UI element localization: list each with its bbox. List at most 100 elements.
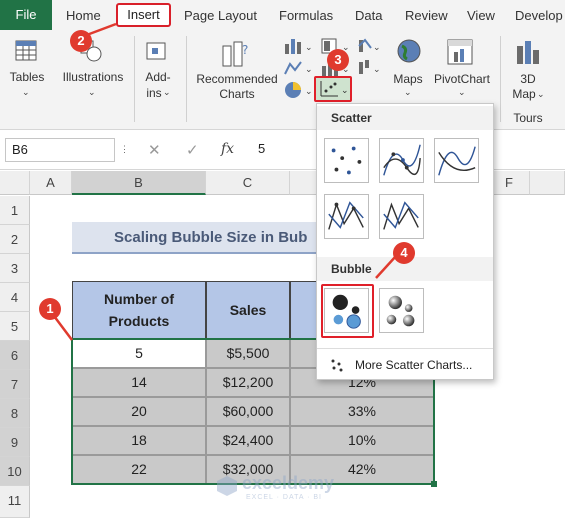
recommended-charts-icon: ? (222, 41, 248, 67)
header-sales[interactable]: Sales (206, 281, 290, 339)
column-header-b[interactable]: B (72, 171, 206, 195)
scatter-straight-markers-thumbnail[interactable] (324, 194, 369, 239)
step-badge-3: 3 (327, 49, 349, 71)
scatter-small-icon (331, 359, 343, 372)
tab-page-layout[interactable]: Page Layout (184, 8, 257, 23)
row-header-11[interactable]: 11 (0, 486, 30, 518)
3d-bubble-chart-thumbnail[interactable] (379, 288, 424, 333)
maps-label: Maps (393, 72, 423, 86)
table-cell-percent[interactable]: 10% (290, 426, 434, 455)
tab-developer[interactable]: Develop (515, 8, 563, 23)
svg-text:⌄: ⌄ (305, 86, 313, 96)
globe-icon (397, 39, 421, 63)
chevron-down-icon: ⌄ (458, 87, 466, 97)
table-cell-products[interactable]: 22 (72, 455, 206, 484)
cancel-icon[interactable]: ✕ (148, 141, 161, 159)
row-header-9[interactable]: 9 (0, 428, 30, 457)
row-header-4[interactable]: 4 (0, 283, 30, 312)
table-cell-sales[interactable]: $60,000 (206, 397, 290, 426)
table-cell-products[interactable]: 20 (72, 397, 206, 426)
recommended-charts-label-2: Charts (219, 87, 255, 101)
scatter-straight-lines-thumbnail[interactable] (379, 194, 424, 239)
table-cell-sales[interactable]: $5,500 (206, 339, 290, 368)
insert-scatter-chart-button[interactable]: ⌄ (314, 76, 352, 102)
header-number-of-products[interactable]: Number of Products (72, 281, 206, 339)
column-header-c[interactable]: C (206, 171, 290, 195)
table-cell-products[interactable]: 18 (72, 426, 206, 455)
sheet-title[interactable]: Scaling Bubble Size in Bub (72, 222, 342, 254)
tab-file[interactable]: File (0, 0, 52, 30)
table-cell-products[interactable]: 14 (72, 368, 206, 397)
table-cell-products[interactable]: 5 (72, 339, 206, 368)
fill-handle[interactable] (431, 481, 437, 487)
waterfall-chart-icon[interactable]: ⌄ (357, 58, 383, 78)
scatter-smooth-lines-thumbnail[interactable] (434, 138, 479, 183)
exceldemy-watermark: exceldemy EXCEL · DATA · BI (216, 471, 366, 511)
enter-check-icon[interactable]: ✓ (186, 141, 199, 159)
tab-review[interactable]: Review (405, 8, 448, 23)
column-header-a[interactable]: A (30, 171, 72, 195)
chevron-down-icon: ⌄ (22, 87, 30, 97)
addins-label-1: Add- (145, 70, 171, 84)
3d-map-icon (517, 41, 539, 64)
row-header-7[interactable]: 7 (0, 370, 30, 399)
scatter-thumbnail[interactable] (324, 138, 369, 183)
bubble-highlight-box (321, 284, 374, 338)
svg-text:⌄: ⌄ (373, 64, 381, 74)
row-header-5[interactable]: 5 (0, 312, 30, 341)
divider (134, 36, 135, 122)
table-cell-sales[interactable]: $24,400 (206, 426, 290, 455)
tab-insert[interactable]: Insert (116, 3, 171, 27)
column-header-f: F (505, 175, 513, 190)
select-all-corner[interactable] (0, 171, 30, 195)
watermark-tagline: EXCEL · DATA · BI (246, 494, 322, 501)
3d-map-label-1: 3D (520, 72, 536, 86)
exceldemy-logo-icon (217, 476, 237, 496)
pointer-arrow-icon (53, 315, 73, 341)
divider (186, 36, 187, 122)
chevron-down-icon: ⌄ (404, 87, 412, 97)
combo-chart-icon[interactable]: ⌄ (357, 36, 383, 56)
table-icon (15, 40, 37, 61)
row-header-10[interactable]: 10 (0, 457, 30, 486)
insert-function-icon[interactable]: fx (221, 141, 234, 157)
svg-text:⌄: ⌄ (305, 42, 313, 52)
watermark-name: exceldemy (242, 473, 335, 493)
name-box[interactable]: B6 (5, 138, 115, 162)
tours-group-label: Tours (513, 111, 543, 125)
svg-text:⌄: ⌄ (373, 42, 381, 52)
tab-view[interactable]: View (467, 8, 495, 23)
table-cell-sales[interactable]: $12,200 (206, 368, 290, 397)
row-header-3[interactable]: 3 (0, 254, 30, 283)
scatter-smooth-markers-thumbnail[interactable] (379, 138, 424, 183)
row-header-6[interactable]: 6 (0, 341, 30, 370)
vertical-dots-icon: ⋮ (120, 144, 129, 154)
line-chart-icon[interactable]: ⌄ (283, 58, 317, 78)
more-scatter-charts-label: More Scatter Charts... (355, 358, 473, 372)
scatter-chart-icon: ⌄ (320, 81, 349, 97)
header-products-line1: Number of (104, 291, 174, 307)
pivotchart-icon (447, 39, 473, 65)
pointer-arrow-icon (83, 22, 117, 38)
divider (317, 348, 493, 349)
chevron-down-icon: ⌄ (88, 87, 96, 97)
pie-chart-icon[interactable]: ⌄ (283, 80, 317, 100)
pointer-arrow-icon (375, 255, 397, 279)
tab-formulas[interactable]: Formulas (279, 8, 333, 23)
illustrations-label: Illustrations (62, 70, 124, 84)
column-header-g[interactable] (530, 171, 565, 195)
header-products-line2: Products (108, 313, 170, 329)
table-cell-percent[interactable]: 33% (290, 397, 434, 426)
scatter-section-title: Scatter (317, 106, 493, 130)
chevron-down-icon: ⌄ (163, 87, 171, 97)
more-scatter-charts-item[interactable]: More Scatter Charts... (329, 355, 489, 375)
row-header-2[interactable]: 2 (0, 225, 30, 254)
tab-data[interactable]: Data (355, 8, 382, 23)
column-chart-icon[interactable]: ⌄ (283, 36, 317, 56)
recommended-charts-label-1: Recommended (196, 72, 278, 86)
addins-icon (146, 42, 166, 60)
row-header-8[interactable]: 8 (0, 399, 30, 428)
pivotchart-label: PivotChart (433, 72, 491, 86)
row-header-1[interactable]: 1 (0, 196, 30, 225)
svg-text:⌄: ⌄ (341, 85, 349, 95)
